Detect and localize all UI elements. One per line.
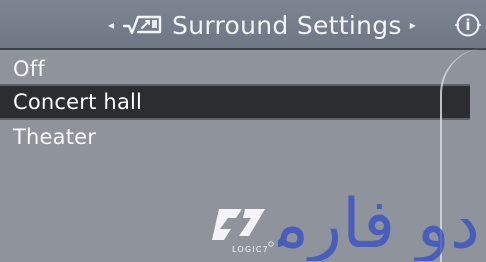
menu-item-label: Concert hall bbox=[13, 90, 143, 114]
header-title-group[interactable]: ◂ Surround Settings ▸ bbox=[108, 8, 416, 42]
menu-item-off[interactable]: Off bbox=[0, 52, 470, 86]
watermark: دو فارما bbox=[278, 185, 480, 261]
logic7-logo: LOGIC7 bbox=[212, 209, 274, 254]
right-arrow-icon[interactable]: ▸ bbox=[410, 19, 416, 31]
left-arrow-icon[interactable]: ◂ bbox=[108, 19, 114, 31]
menu-item-label: Off bbox=[13, 57, 45, 81]
logo-text: LOGIC7 bbox=[232, 245, 269, 254]
idrive-screen: ◂ Surround Settings ▸ i Off Concert hall… bbox=[0, 0, 486, 262]
surround-sound-icon bbox=[122, 15, 162, 35]
watermark-text: دو فارما bbox=[278, 185, 480, 261]
menu-item-label: Theater bbox=[13, 125, 97, 149]
menu-item-theater[interactable]: Theater bbox=[0, 120, 470, 154]
page-title: Surround Settings bbox=[172, 10, 402, 40]
menu-item-concert-hall[interactable]: Concert hall bbox=[0, 84, 470, 120]
header: ◂ Surround Settings ▸ i bbox=[0, 0, 486, 50]
info-icon-label: i bbox=[465, 16, 470, 34]
info-icon[interactable]: i bbox=[454, 11, 482, 39]
